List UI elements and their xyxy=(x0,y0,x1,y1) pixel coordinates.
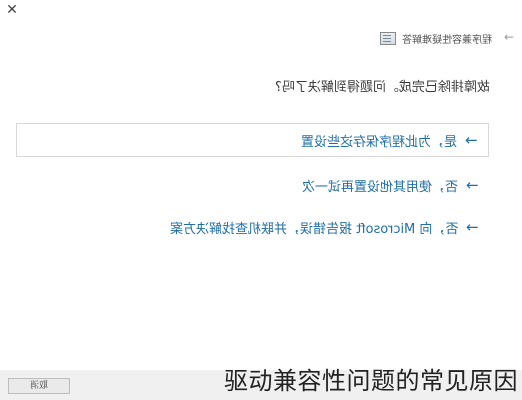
window-title: 程序兼容性疑难解答 xyxy=(402,35,492,46)
cancel-button[interactable]: 取消 xyxy=(8,378,70,394)
option-report-to-microsoft[interactable]: 否，向 Microsoft 报告错误，并联机查找解决方案 → xyxy=(16,210,489,244)
window-title-bar: 程序兼容性疑难解答 xyxy=(380,31,492,46)
option-label: 是，为此程序保存这些设置 xyxy=(301,134,458,150)
option-try-other-settings[interactable]: 否，使用其他设置再试一次 → xyxy=(16,168,489,202)
arrow-right-icon: → xyxy=(466,175,479,194)
arrow-right-icon: → xyxy=(466,217,479,236)
option-label: 否，使用其他设置再试一次 xyxy=(302,179,459,195)
close-icon[interactable]: ✕ xyxy=(4,2,20,18)
cancel-label: 取消 xyxy=(29,381,48,391)
caption-text: 驱动兼容性问题的常见原因 xyxy=(224,367,518,395)
question-text: 故障排除已完成。问题得到解决了吗? xyxy=(275,80,490,95)
app-icon xyxy=(380,32,396,45)
option-save-settings[interactable]: 是，为此程序保存这些设置 → xyxy=(16,123,489,157)
arrow-right-icon: → xyxy=(465,130,478,149)
option-label: 否，向 Microsoft 报告错误，并联机查找解决方案 xyxy=(169,221,459,237)
back-arrow-icon[interactable]: ← xyxy=(502,30,516,44)
